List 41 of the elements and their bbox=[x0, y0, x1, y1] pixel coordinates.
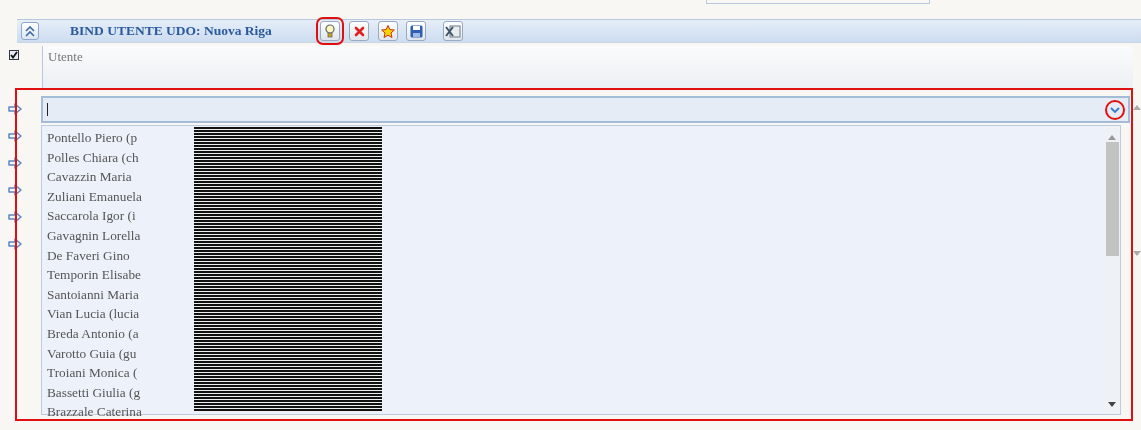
column-label: Utente bbox=[48, 49, 83, 65]
dropdown-option[interactable]: Brazzale Caterina bbox=[42, 402, 1104, 422]
star-icon bbox=[381, 24, 395, 38]
dropdown-option[interactable]: Polles Chiara (ch bbox=[42, 147, 1104, 168]
floppy-icon bbox=[409, 24, 423, 38]
dropdown-option[interactable]: Varotto Guia (gu bbox=[42, 343, 1104, 364]
chevron-up-icon bbox=[25, 25, 35, 37]
export-button[interactable] bbox=[443, 21, 463, 41]
arrow-icon[interactable] bbox=[7, 238, 22, 250]
collapse-button[interactable] bbox=[21, 22, 39, 40]
check-icon bbox=[10, 51, 18, 59]
form-title: BIND UTENTE UDO: Nuova Riga bbox=[70, 23, 273, 39]
arrow-icon[interactable] bbox=[7, 130, 22, 142]
dropdown-option[interactable]: Pontello Piero (p bbox=[42, 128, 1104, 148]
dropdown-option[interactable]: Santoianni Maria bbox=[42, 284, 1104, 305]
scroll-up-icon[interactable] bbox=[1107, 134, 1117, 140]
dropdown-option[interactable]: Breda Antonio (a bbox=[42, 323, 1104, 344]
dropdown-option[interactable]: Saccarola Igor (i bbox=[42, 206, 1104, 226]
dropdown-option[interactable]: Cavazzin Maria bbox=[42, 167, 1104, 187]
arrow-icon[interactable] bbox=[7, 103, 22, 115]
dropdown-toggle[interactable] bbox=[1108, 103, 1122, 117]
arrow-icon[interactable] bbox=[7, 157, 22, 169]
dropdown-option[interactable]: Zuliani Emanuela bbox=[42, 186, 1104, 207]
favorite-button[interactable] bbox=[378, 21, 398, 41]
save-button[interactable] bbox=[406, 21, 426, 41]
scroll-down-icon[interactable] bbox=[1107, 402, 1117, 408]
dropdown-option[interactable]: Temporin Elisabe bbox=[42, 265, 1104, 285]
dropdown-option[interactable]: Vian Lucia (lucia bbox=[42, 304, 1104, 324]
spreadsheet-icon bbox=[445, 24, 461, 38]
bulb-icon bbox=[325, 24, 335, 38]
dropdown-option[interactable]: Gavagnin Lorella bbox=[42, 225, 1104, 246]
input-field[interactable] bbox=[41, 96, 1130, 123]
chevron-down-icon bbox=[1110, 106, 1120, 114]
dropdown-option[interactable]: De Faveri Gino bbox=[42, 245, 1104, 266]
checkbox[interactable] bbox=[9, 50, 19, 60]
dropdown-option[interactable]: Troiani Monica ( bbox=[42, 363, 1104, 383]
dropdown-option[interactable]: Bassetti Giulia (g bbox=[42, 382, 1104, 403]
close-icon bbox=[353, 25, 365, 37]
arrow-icon[interactable] bbox=[7, 211, 22, 223]
arrow-icon[interactable] bbox=[7, 184, 22, 196]
delete-button[interactable] bbox=[349, 21, 369, 41]
